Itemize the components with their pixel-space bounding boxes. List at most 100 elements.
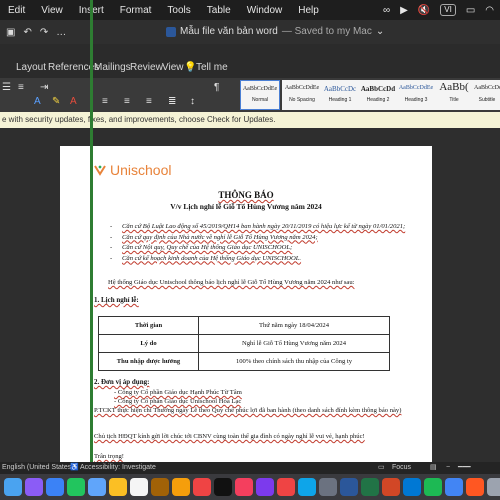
style-title-sample: AaBb( [439, 81, 469, 93]
wifi-icon[interactable]: ◠ [485, 5, 494, 16]
tab-review[interactable]: Review [130, 62, 163, 73]
excel-icon[interactable] [361, 478, 379, 496]
style-heading-2-label: Heading 2 [366, 97, 390, 103]
list-item: Căn cứ quy định của Nhà nước về nghỉ lễ … [110, 233, 410, 244]
intro-paragraph: Hệ thống Giáo dục Unischool thông báo lị… [108, 279, 355, 286]
menu-edit[interactable]: Edit [0, 5, 33, 16]
update-message: e with security updates, fixes, and impr… [2, 115, 276, 124]
finder-icon[interactable] [4, 478, 22, 496]
justify-icon[interactable]: ≣ [168, 96, 176, 107]
outlook-icon[interactable] [403, 478, 421, 496]
chevron-down-icon[interactable]: ⌄ [376, 26, 384, 37]
notes-icon[interactable] [172, 478, 190, 496]
zoom-slider[interactable]: ━━━ [458, 462, 471, 474]
document-title[interactable]: Mẫu file văn bản word — Saved to my Mac … [166, 26, 384, 37]
spotify-icon[interactable] [424, 478, 442, 496]
language-status[interactable]: English (United States) [2, 462, 74, 474]
focus-mode[interactable]: Focus [392, 462, 411, 474]
menu-window[interactable]: Window [239, 5, 291, 16]
unischool-logo-mark-icon [94, 165, 106, 176]
word-icon[interactable] [340, 478, 358, 496]
style-heading-2[interactable]: AaBbCcDd [358, 80, 398, 110]
settings-icon[interactable] [319, 478, 337, 496]
trash-icon[interactable] [487, 478, 500, 496]
reminders-icon[interactable] [193, 478, 211, 496]
calendar-icon[interactable] [130, 478, 148, 496]
view-layout-icon[interactable]: ▤ [430, 462, 437, 474]
style-no-spacing-label: No Spacing [289, 97, 315, 103]
contacts-icon[interactable] [151, 478, 169, 496]
table-cell-value: Thứ năm ngày 18/04/2024 [198, 316, 390, 335]
menu-tools[interactable]: Tools [159, 5, 198, 16]
document-subtitle: V/v Lịch nghỉ lễ Giỗ Tổ Hùng Vương năm 2… [170, 202, 322, 211]
play-icon[interactable]: ▶ [400, 5, 408, 16]
update-notification-bar: e with security updates, fixes, and impr… [0, 112, 500, 128]
style-subtitle[interactable]: AaBbCcDdEe [474, 80, 500, 110]
tell-me-search[interactable]: Tell me [196, 62, 228, 73]
line-spacing-icon[interactable]: ↕ [190, 96, 195, 107]
align-right-icon[interactable]: ≡ [146, 96, 152, 107]
style-heading-1[interactable]: AaBbCcDc [320, 80, 360, 110]
menu-view[interactable]: View [33, 5, 71, 16]
indent-icon[interactable]: ⇥ [40, 82, 48, 93]
podcasts-icon[interactable] [256, 478, 274, 496]
menu-help[interactable]: Help [290, 5, 327, 16]
music-icon[interactable] [235, 478, 253, 496]
messages-icon[interactable] [67, 478, 85, 496]
paragraph-mark-icon[interactable]: ¶ [214, 82, 219, 93]
more-icon[interactable]: … [56, 27, 66, 38]
mac-menubar: Edit View Insert Format Tools Table Wind… [0, 0, 500, 20]
align-center-icon[interactable]: ≡ [124, 96, 130, 107]
style-heading-3-label: Heading 3 [404, 97, 428, 103]
style-heading-3[interactable]: AaBbCcDdEe [396, 80, 436, 110]
lightbulb-icon[interactable]: 💡 [184, 62, 196, 73]
battery-icon[interactable]: ▭ [466, 5, 475, 16]
focus-icon: ▭ [378, 464, 385, 471]
news-icon[interactable] [277, 478, 295, 496]
tab-layout[interactable]: Layout [16, 62, 46, 73]
photos-icon[interactable] [109, 478, 127, 496]
style-heading-2-sample: AaBbCcDd [360, 85, 396, 93]
mail-icon[interactable] [88, 478, 106, 496]
word-doc-icon [166, 26, 176, 37]
creative-cloud-icon[interactable]: ∞ [383, 5, 390, 16]
align-left-icon[interactable]: ≡ [102, 96, 108, 107]
safari-icon[interactable] [46, 478, 64, 496]
accessibility-icon: ♿ [70, 464, 79, 471]
launchpad-icon[interactable] [25, 478, 43, 496]
text-effects-icon[interactable]: A [34, 96, 41, 107]
section-1-heading: 1. Lịch nghỉ lễ: [94, 296, 139, 304]
powerpoint-icon[interactable] [382, 478, 400, 496]
style-no-spacing[interactable]: AaBbCcDdEe [282, 80, 322, 110]
table-row: Thu nhập được hưởng 100% theo chính sách… [98, 352, 390, 371]
bullets-icon[interactable]: ☰ [2, 82, 11, 93]
app-store-icon[interactable] [298, 478, 316, 496]
tv-icon[interactable] [214, 478, 232, 496]
font-color-icon[interactable]: A [70, 96, 77, 107]
save-icon[interactable]: ▣ [6, 27, 15, 38]
redo-icon[interactable]: ↷ [40, 27, 48, 38]
numbering-icon[interactable]: ≡ [18, 82, 24, 93]
input-source-badge[interactable]: VI [440, 4, 456, 16]
tab-mailings[interactable]: Mailings [94, 62, 131, 73]
unit-item: - Công ty Cổ phần Giáo dục Hạnh Phúc Từ … [114, 389, 242, 396]
menu-table[interactable]: Table [199, 5, 239, 16]
zoom-out-icon[interactable]: − [446, 462, 450, 474]
list-item: Căn cứ Bộ Luật Lao động số 45/2019/QH14 … [110, 222, 410, 233]
holiday-table: Thời gian Thứ năm ngày 18/04/2024 Lý do … [98, 316, 390, 371]
style-title[interactable]: AaBb( [434, 80, 474, 110]
table-cell-value: 100% theo chính sách thu nhập của Công t… [198, 352, 390, 371]
tab-view[interactable]: View [162, 62, 184, 73]
highlight-icon[interactable]: ✎ [52, 96, 60, 107]
undo-icon[interactable]: ↶ [23, 27, 31, 38]
section-2-heading: 2. Đơn vị áp dụng: [94, 378, 150, 386]
style-no-spacing-sample: AaBbCcDdEe [284, 85, 320, 91]
list-item: Căn cứ Nội quy, Quy chế của Hệ thống Giá… [110, 243, 410, 254]
menu-format[interactable]: Format [112, 5, 160, 16]
mute-icon[interactable]: 🔇 [418, 5, 430, 16]
document-page[interactable]: Unischool THÔNG BÁO V/v Lịch nghỉ lễ Giỗ… [60, 146, 432, 464]
chrome-icon[interactable] [445, 478, 463, 496]
accessibility-status[interactable]: Accessibility: Investigate [80, 462, 156, 474]
style-normal[interactable]: AaBbCcDdEe [240, 80, 280, 110]
adobe-icon[interactable] [466, 478, 484, 496]
